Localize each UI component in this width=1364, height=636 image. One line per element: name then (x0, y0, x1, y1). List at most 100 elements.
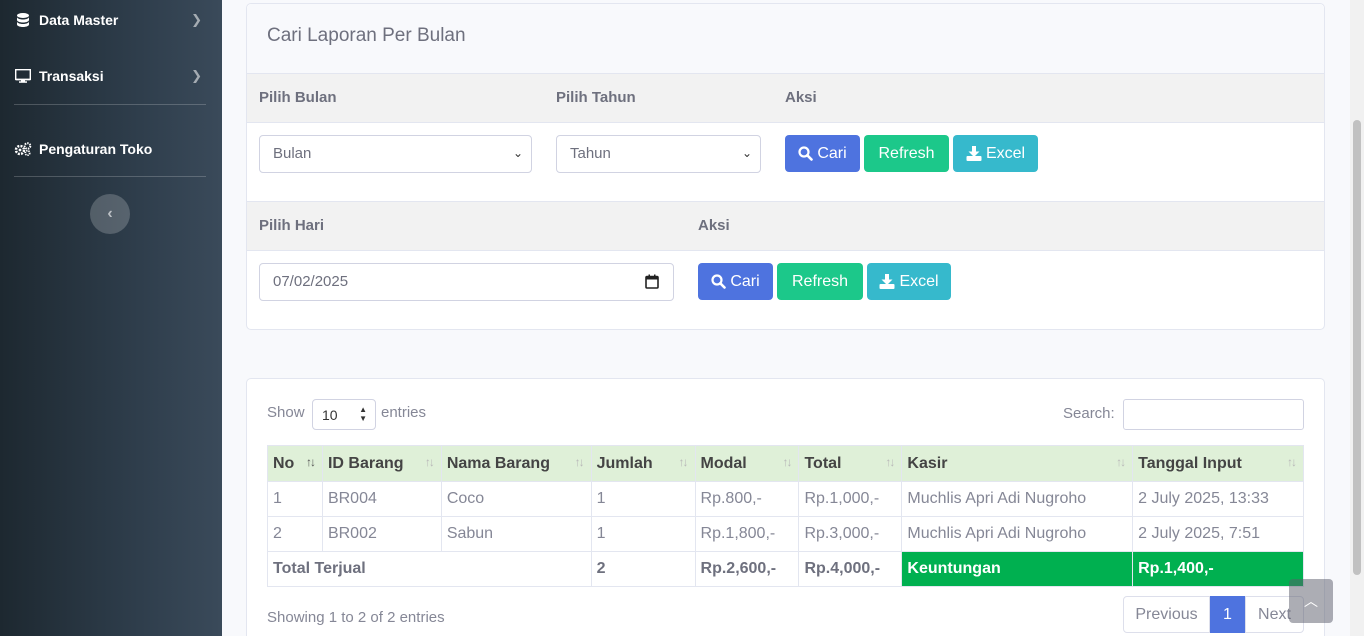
cell-no: 1 (267, 481, 323, 517)
cell-modal: Rp.1,800,- (694, 516, 800, 552)
cell-id-barang: BR004 (321, 481, 442, 517)
label-month: Pilih Bulan (259, 89, 337, 106)
cell-total: Rp.1,000,- (798, 481, 903, 517)
total-label: Total Terjual (267, 551, 592, 587)
report-table: No ↑↓ ID Barang ↑↓ Nama Barang ↑↓ Jumlah ↑↓ … (267, 445, 1304, 587)
sidebar-divider (14, 104, 206, 105)
year-select[interactable]: Tahun ⌄ (556, 135, 761, 173)
column-header-id-barang[interactable]: ID Barang ↑↓ (321, 445, 442, 482)
pagination: Previous 1 Next (1123, 596, 1304, 633)
monthly-filter-header: Pilih Bulan Pilih Tahun Aksi (247, 73, 1324, 123)
column-header-total[interactable]: Total ↑↓ (798, 445, 903, 482)
entries-label: entries (381, 404, 427, 421)
sidebar-toggle-button[interactable]: ‹ (90, 194, 130, 234)
cell-id-barang: BR002 (321, 516, 442, 552)
month-select-value: Bulan (273, 145, 312, 162)
chevron-up-icon: ︿ (1304, 593, 1318, 609)
date-input-value: 07/02/2025 (273, 273, 349, 290)
cell-total: Rp.3,000,- (798, 516, 903, 552)
scroll-to-top-button[interactable]: ︿ (1289, 579, 1333, 623)
sidebar-item-label: Transaksi (39, 68, 104, 84)
cell-nama-barang: Sabun (440, 516, 592, 552)
column-label: Kasir (907, 454, 948, 472)
sidebar-item-data-master[interactable]: Data Master ❯ (14, 8, 206, 32)
previous-page-button[interactable]: Previous (1123, 596, 1210, 633)
scrollbar-thumb[interactable] (1353, 120, 1361, 575)
sort-icon: ↑↓ (782, 455, 792, 469)
column-label: Modal (700, 454, 747, 472)
sidebar-item-label: Pengaturan Toko (39, 141, 153, 157)
cogs-icon (14, 141, 32, 157)
label-day: Pilih Hari (259, 217, 325, 234)
entries-length-value: 10 (322, 407, 338, 423)
column-header-nama-barang[interactable]: Nama Barang ↑↓ (440, 445, 592, 482)
cell-no: 2 (267, 516, 323, 552)
sort-icon: ↑↓ (1116, 455, 1126, 469)
sort-icon: ↑↓ (424, 455, 435, 469)
table-header-row: No ↑↓ ID Barang ↑↓ Nama Barang ↑↓ Jumlah ↑↓ … (267, 445, 1304, 482)
profit-value: Rp.1,400,- (1132, 551, 1304, 587)
monthly-excel-button[interactable]: Excel (953, 135, 1038, 172)
column-label: Total (804, 454, 842, 472)
sidebar-item-transaksi[interactable]: Transaksi ❯ (14, 64, 206, 88)
cell-kasir: Muchlis Apri Adi Nugroho (901, 516, 1134, 552)
download-icon (966, 146, 982, 161)
year-select-value: Tahun (570, 145, 611, 162)
search-icon (798, 146, 814, 161)
total-total: Rp.4,000,- (798, 551, 903, 587)
chevron-down-icon: ⌄ (512, 146, 523, 160)
button-label: Refresh (791, 272, 849, 290)
daily-excel-button[interactable]: Excel (867, 263, 951, 300)
table-row: 1 BR004 Coco 1 Rp.800,- Rp.1,000,- Muchl… (267, 481, 1304, 517)
monthly-refresh-button[interactable]: Refresh (864, 135, 949, 172)
sidebar-item-label: Data Master (39, 12, 119, 28)
column-header-kasir[interactable]: Kasir ↑↓ (901, 445, 1134, 482)
daily-filter-header: Pilih Hari Aksi (247, 201, 1324, 251)
page-1-button[interactable]: 1 (1210, 596, 1245, 633)
month-select[interactable]: Bulan ⌄ (259, 135, 532, 173)
button-label: Excel (899, 272, 939, 290)
sort-icon: ↑↓ (678, 455, 689, 469)
sort-icon: ↑↓ (885, 455, 895, 469)
daily-refresh-button[interactable]: Refresh (777, 263, 863, 300)
chevron-right-icon: ❯ (191, 68, 202, 83)
show-label: Show (267, 404, 305, 421)
button-label: Excel (985, 144, 1026, 162)
table-total-row: Total Terjual 2 Rp.2,600,- Rp.4,000,- Ke… (267, 551, 1304, 587)
button-label: Refresh (878, 144, 935, 162)
button-label: Cari (730, 272, 760, 290)
cell-jumlah: 1 (590, 516, 696, 552)
table-row: 2 BR002 Sabun 1 Rp.1,800,- Rp.3,000,- Mu… (267, 516, 1304, 552)
profit-label: Keuntungan (901, 551, 1134, 587)
date-input[interactable]: 07/02/2025 (259, 263, 674, 301)
search-icon (711, 274, 727, 289)
cell-tanggal-input: 2 July 2025, 13:33 (1132, 481, 1304, 517)
cell-kasir: Muchlis Apri Adi Nugroho (901, 481, 1134, 517)
total-modal: Rp.2,600,- (694, 551, 800, 587)
daily-search-button[interactable]: Cari (698, 263, 773, 300)
search-input[interactable] (1123, 399, 1304, 430)
scrollbar[interactable] (1350, 0, 1364, 636)
column-label: No (273, 454, 295, 472)
monthly-search-button[interactable]: Cari (785, 135, 860, 172)
column-header-no[interactable]: No ↑↓ (267, 445, 323, 482)
sidebar-item-pengaturan-toko[interactable]: Pengaturan Toko (14, 137, 206, 161)
column-header-modal[interactable]: Modal ↑↓ (694, 445, 800, 482)
report-filter-card: Cari Laporan Per Bulan Pilih Bulan Pilih… (246, 3, 1325, 330)
label-action: Aksi (698, 217, 730, 234)
column-header-jumlah[interactable]: Jumlah ↑↓ (590, 445, 696, 482)
column-label: Nama Barang (446, 454, 550, 472)
column-header-tanggal-input[interactable]: Tanggal Input ↑↓ (1132, 445, 1304, 482)
column-label: Jumlah (596, 454, 653, 472)
cell-tanggal-input: 2 July 2025, 7:51 (1132, 516, 1304, 552)
up-down-icon: ▲ ▼ (359, 405, 367, 423)
total-jumlah: 2 (590, 551, 696, 587)
database-icon (14, 12, 32, 28)
sort-icon: ↑↓ (574, 455, 585, 469)
cell-jumlah: 1 (590, 481, 696, 517)
chevron-right-icon: ❯ (191, 12, 202, 27)
entries-length-select[interactable]: 10 ▲ ▼ (312, 399, 376, 430)
report-table-card: Show 10 ▲ ▼ entries Search: No ↑↓ ID Baran… (246, 378, 1325, 636)
label-action: Aksi (785, 89, 817, 106)
sort-icon: ↑↓ (1287, 455, 1297, 469)
